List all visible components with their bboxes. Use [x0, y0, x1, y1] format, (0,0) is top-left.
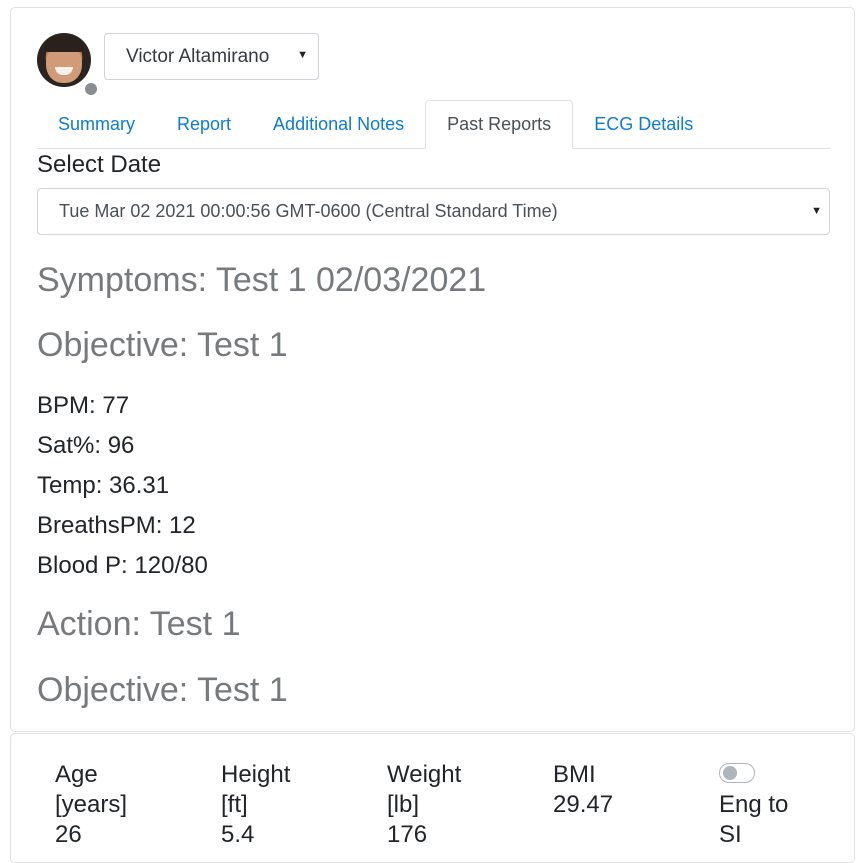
symptoms-heading: Symptoms: Test 1 02/03/2021 [37, 261, 487, 299]
stat-weight-label: Weight [387, 761, 462, 788]
unit-toggle-label-line2: SI [719, 821, 742, 848]
stat-height-unit: [ft] [221, 791, 248, 818]
unit-toggle-label: Eng to SI [719, 790, 788, 850]
tab-past-reports[interactable]: Past Reports [425, 100, 574, 149]
stat-weight: Weight [lb] 176 [387, 760, 461, 850]
stat-age-value: 26 [55, 821, 82, 848]
toggle-knob [723, 766, 737, 780]
tab-report[interactable]: Report [156, 100, 252, 149]
stat-age-unit: [years] [55, 791, 128, 818]
stat-bmi-label: BMI [553, 761, 596, 788]
stat-age-label: Age [55, 761, 98, 788]
chevron-down-icon: ▼ [811, 205, 822, 217]
patient-stats-card: Age [years] 26 Height [ft] 5.4 Weight [l… [10, 733, 855, 863]
patient-name: Victor Altamirano [126, 45, 270, 67]
report-card: Victor Altamirano ▼ Summary Report Addit… [10, 7, 855, 732]
vital-blood-pressure: Blood P: 120/80 [37, 552, 208, 579]
vital-temp: Temp: 36.31 [37, 472, 170, 499]
select-date-label: Select Date [37, 151, 162, 178]
report-tabs: Summary Report Additional Notes Past Rep… [37, 100, 830, 149]
stat-height: Height [ft] 5.4 [221, 760, 290, 850]
stat-bmi-value: 29.47 [553, 791, 614, 818]
stat-height-value: 5.4 [221, 821, 255, 848]
chevron-down-icon: ▼ [297, 49, 308, 61]
objective-heading: Objective: Test 1 [37, 326, 288, 364]
unit-toggle-switch[interactable] [719, 763, 755, 783]
stat-weight-unit: [lb] [387, 791, 420, 818]
avatar-hair [44, 36, 84, 52]
vital-sat: Sat%: 96 [37, 432, 135, 459]
date-select[interactable]: Tue Mar 02 2021 00:00:56 GMT-0600 (Centr… [37, 188, 830, 235]
stat-bmi: BMI 29.47 [553, 760, 613, 820]
objective-heading-2: Objective: Test 1 [37, 671, 288, 709]
patient-avatar [37, 33, 99, 97]
tab-summary[interactable]: Summary [37, 100, 156, 149]
tab-additional-notes[interactable]: Additional Notes [252, 100, 425, 149]
stat-height-label: Height [221, 761, 291, 788]
unit-toggle-label-line1: Eng to [719, 791, 789, 818]
stat-weight-value: 176 [387, 821, 428, 848]
selected-date: Tue Mar 02 2021 00:00:56 GMT-0600 (Centr… [59, 201, 558, 221]
vital-bpm: BPM: 77 [37, 392, 130, 419]
tab-ecg-details[interactable]: ECG Details [573, 100, 714, 149]
action-heading: Action: Test 1 [37, 605, 241, 643]
stat-age: Age [years] 26 [55, 760, 127, 850]
status-indicator [83, 81, 99, 97]
patient-select[interactable]: Victor Altamirano ▼ [104, 33, 319, 80]
vital-breaths: BreathsPM: 12 [37, 512, 196, 539]
